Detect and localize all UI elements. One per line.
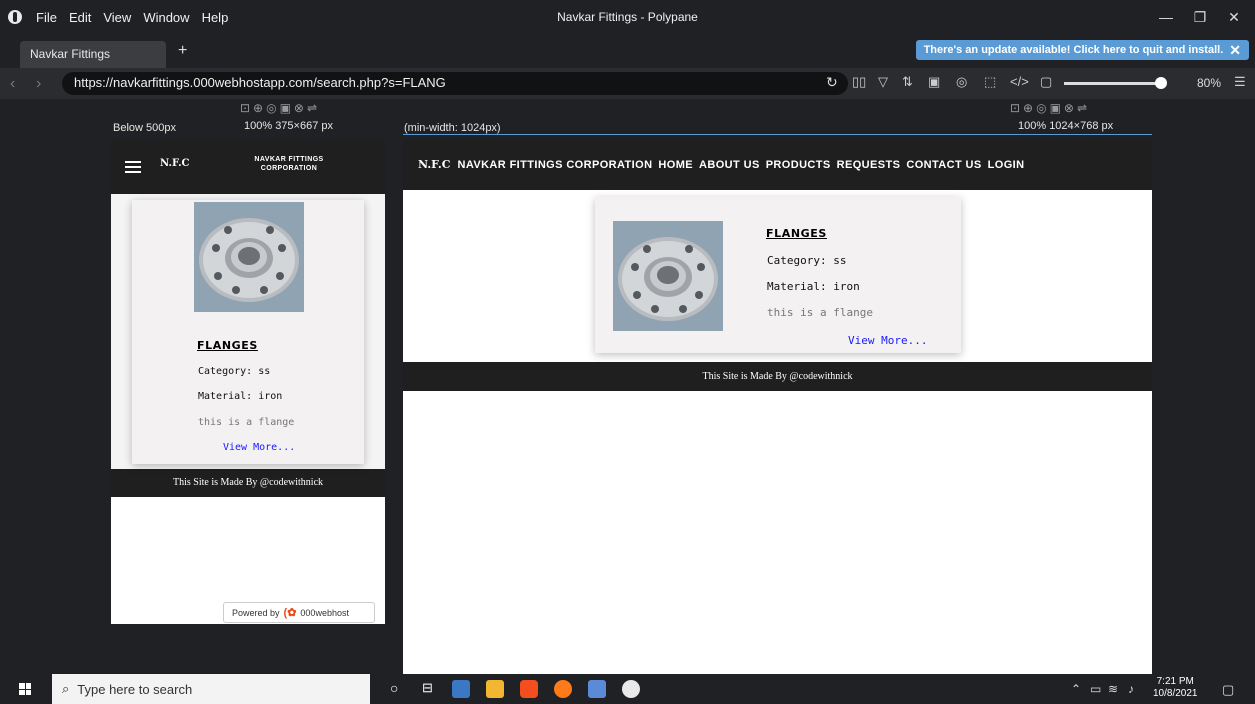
- desktop-navbar: N.F.C NAVKAR FITTINGS CORPORATION HOME A…: [403, 139, 1152, 190]
- tab-label: Navkar Fittings: [30, 47, 111, 61]
- product-category: Category: ss: [198, 366, 271, 377]
- nav-login[interactable]: LOGIN: [988, 159, 1025, 171]
- product-description: this is a flange: [767, 306, 873, 319]
- nav-requests[interactable]: REQUESTS: [837, 159, 901, 171]
- panel-icon[interactable]: ▢: [1040, 74, 1052, 90]
- desktop-pane-label: (min-width: 1024px): [404, 122, 501, 134]
- layout-icon[interactable]: ▯▯: [852, 74, 866, 90]
- address-bar: ‹ › https://navkarfittings.000webhostapp…: [0, 68, 1255, 99]
- minimize-icon[interactable]: —: [1151, 6, 1181, 28]
- menu-file[interactable]: File: [36, 10, 57, 25]
- mobile-pane-tools-icon[interactable]: ⊡⊕◎▣⊗⇌: [240, 101, 320, 115]
- taskbar: ⌕ Type here to search ○ ⊟ ⌃ ▭ ≋ ♪ 7:21 P…: [0, 674, 1255, 704]
- task-view-icon[interactable]: ⊟: [422, 680, 433, 696]
- screenshot-icon[interactable]: ▣: [928, 74, 940, 90]
- product-material: Material: iron: [767, 280, 860, 293]
- brave-browser-icon[interactable]: [520, 680, 538, 698]
- reload-icon[interactable]: ↻: [826, 74, 838, 91]
- mobile-pane-label: Below 500px: [113, 122, 176, 134]
- battery-icon[interactable]: ▭: [1090, 682, 1101, 696]
- flange-image: [613, 221, 723, 331]
- menu-edit[interactable]: Edit: [69, 10, 91, 25]
- code-icon[interactable]: </>: [1010, 74, 1029, 89]
- nav-contact-us[interactable]: CONTACT US: [906, 159, 981, 171]
- windows-start-icon[interactable]: [19, 683, 31, 695]
- tab-bar: Navkar Fittings + There's an update avai…: [0, 34, 1255, 68]
- desktop-viewport: N.F.C NAVKAR FITTINGS CORPORATION HOME A…: [403, 139, 1152, 674]
- desktop-content: FLANGES Category: ss Material: iron this…: [403, 190, 1152, 362]
- notification-icon[interactable]: ▢: [1222, 682, 1234, 698]
- clock[interactable]: 7:21 PM 10/8/2021: [1153, 676, 1198, 700]
- url-input[interactable]: https://navkarfittings.000webhostapp.com…: [62, 72, 848, 95]
- mobile-pane-dims: 100% 375×667 px: [244, 120, 333, 132]
- nav-products[interactable]: PRODUCTS: [766, 159, 831, 171]
- title-bar: File Edit View Window Help Navkar Fittin…: [0, 0, 1255, 34]
- firefox-icon[interactable]: [554, 680, 572, 698]
- nav-home[interactable]: HOME: [658, 159, 693, 171]
- camera-icon[interactable]: ◎: [956, 74, 967, 90]
- pane-divider: [403, 134, 1152, 135]
- desktop-pane-dims: 100% 1024×768 px: [1018, 120, 1114, 132]
- restore-icon[interactable]: ❐: [1185, 6, 1215, 28]
- volume-icon[interactable]: ♪: [1128, 682, 1134, 696]
- product-category: Category: ss: [767, 254, 847, 267]
- product-material: Material: iron: [198, 391, 283, 402]
- brand-name: NAVKAR FITTINGS CORPORATION: [254, 156, 324, 172]
- product-card: FLANGES Category: ss Material: iron this…: [595, 197, 961, 353]
- product-description: this is a flange: [198, 417, 295, 428]
- view-more-link[interactable]: View More...: [223, 442, 295, 453]
- sort-icon[interactable]: ⇅: [902, 74, 913, 90]
- forward-icon[interactable]: ›: [36, 75, 52, 93]
- store-icon[interactable]: [452, 680, 470, 698]
- mobile-navbar: N.F.C NAVKAR FITTINGS CORPORATION: [111, 139, 385, 194]
- desktop-pane-tools-icon[interactable]: ⊡⊕◎▣⊗⇌: [1010, 101, 1090, 115]
- menu-view[interactable]: View: [103, 10, 131, 25]
- update-banner-text: There's an update available! Click here …: [923, 44, 1224, 56]
- new-tab-button[interactable]: +: [178, 42, 187, 60]
- close-icon[interactable]: ✕: [1219, 6, 1249, 28]
- flange-image: [194, 202, 304, 312]
- brand-logo[interactable]: N.F.C: [418, 158, 450, 171]
- update-banner[interactable]: There's an update available! Click here …: [915, 40, 1249, 60]
- tab-navkar-fittings[interactable]: Navkar Fittings: [20, 41, 166, 68]
- zoom-slider-handle[interactable]: [1155, 77, 1167, 89]
- mobile-content: FLANGES Category: ss Material: iron this…: [111, 194, 385, 469]
- product-title: FLANGES: [197, 339, 258, 352]
- polypane-logo-icon: [8, 10, 22, 24]
- cortana-icon[interactable]: ○: [390, 680, 398, 696]
- search-placeholder: Type here to search: [77, 681, 193, 697]
- clock-date: 10/8/2021: [1153, 688, 1198, 699]
- zoom-level: 80%: [1197, 76, 1222, 90]
- notepad-icon[interactable]: [588, 680, 606, 698]
- back-icon[interactable]: ‹: [10, 75, 26, 93]
- menu-window[interactable]: Window: [143, 10, 189, 25]
- file-explorer-icon[interactable]: [486, 680, 504, 698]
- close-icon[interactable]: ✕: [1229, 42, 1241, 59]
- brand-logo[interactable]: N.F.C: [160, 158, 190, 169]
- wifi-icon[interactable]: ≋: [1108, 682, 1118, 696]
- settings-icon[interactable]: ☰: [1234, 74, 1246, 90]
- taskbar-search[interactable]: ⌕ Type here to search: [52, 674, 370, 704]
- mobile-viewport: N.F.C NAVKAR FITTINGS CORPORATION FLANGE…: [111, 139, 385, 624]
- inspect-icon[interactable]: ⬚: [984, 74, 996, 90]
- desktop-footer: This Site is Made By @codewithnick: [403, 362, 1152, 391]
- filter-icon[interactable]: ▽: [878, 74, 888, 90]
- webhost-logo-icon: (✿: [283, 607, 297, 619]
- product-title: FLANGES: [766, 227, 827, 240]
- nav-about-us[interactable]: ABOUT US: [699, 159, 760, 171]
- powered-by-badge[interactable]: Powered by (✿ 000webhost: [223, 602, 375, 623]
- view-more-link[interactable]: View More...: [848, 334, 927, 347]
- powered-by-text: Powered by: [232, 607, 280, 618]
- search-icon: ⌕: [62, 681, 70, 696]
- nav-brand-name[interactable]: NAVKAR FITTINGS CORPORATION: [457, 159, 652, 171]
- hamburger-menu-icon[interactable]: [125, 161, 141, 173]
- mobile-footer: This Site is Made By @codewithnick: [111, 469, 385, 497]
- clock-time: 7:21 PM: [1156, 676, 1194, 687]
- zoom-slider[interactable]: [1064, 82, 1164, 85]
- host-name: 000webhost: [300, 607, 349, 618]
- tray-arrow-icon[interactable]: ⌃: [1071, 682, 1081, 696]
- menu-help[interactable]: Help: [202, 10, 229, 25]
- product-card: FLANGES Category: ss Material: iron this…: [132, 200, 364, 464]
- polypane-taskbar-icon[interactable]: [622, 680, 640, 698]
